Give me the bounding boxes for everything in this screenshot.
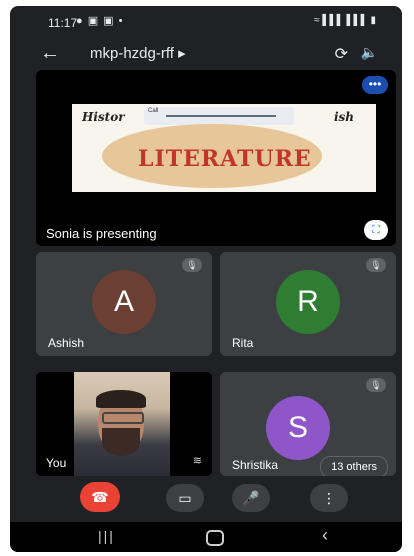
more-horizontal-icon[interactable]: ••• [362, 76, 388, 94]
hair [96, 390, 146, 408]
mic-off-icon: 🎙 [366, 258, 386, 272]
self-video-tile[interactable]: You ≋ [36, 372, 212, 476]
self-label: You [46, 456, 67, 470]
slide-title-right: ish [333, 110, 354, 124]
more-vertical-icon: ⋮ [322, 490, 336, 506]
participant-name-shristika: Shristika [232, 458, 279, 472]
literature-illustration: LITERATURE [102, 124, 322, 188]
video-camera-icon: ▭ [178, 490, 192, 506]
speaker-icon[interactable]: 🔈 [361, 44, 378, 61]
mic-off-icon: 🎙 [182, 258, 202, 272]
beard [102, 428, 140, 456]
participant-name-ashish: Ashish [48, 336, 85, 350]
camera-toggle-button[interactable]: ▭ [166, 484, 204, 512]
participant-tile-rita[interactable]: 🎙 R Rita [220, 252, 396, 356]
participant-name-rita: Rita [232, 336, 254, 350]
fullscreen-icon[interactable]: ⛶ [364, 220, 388, 240]
end-call-icon: ☎ [91, 489, 109, 505]
status-bar: 11:17 ● ▣ ▣ • ≈ ▌▌▌ ▌▌▌ ▮ [10, 6, 402, 36]
microphone-toggle-button[interactable]: 🎤 [232, 484, 270, 512]
more-options-button[interactable]: ⋮ [310, 484, 348, 512]
avatar-rita: R [276, 270, 340, 334]
recents-icon[interactable]: ||| [98, 528, 115, 544]
shared-slide: Histor Call ish LITERATURE [72, 104, 376, 192]
call-controls: ☎ ▭ 🎤 ⋮ [10, 480, 402, 520]
camera-flip-icon[interactable]: ⟳ [335, 44, 348, 64]
presentation-tile[interactable]: ••• Histor Call ish LITERATURE Sonia is … [36, 70, 396, 246]
end-call-button[interactable]: ☎ [80, 482, 120, 512]
mic-off-icon: 🎙 [366, 378, 386, 392]
slide-title-left: Histor [82, 110, 125, 124]
notification-icons: ● ▣ ▣ • [76, 15, 124, 27]
system-nav-bar: ||| ‹ [10, 522, 402, 552]
nav-back-icon[interactable]: ‹ [322, 525, 328, 546]
status-time: 11:17 [48, 16, 78, 30]
glasses [102, 412, 144, 424]
call-bar-label: Call [148, 108, 159, 114]
microphone-icon: 🎤 [242, 490, 260, 506]
self-camera-feed [74, 372, 170, 476]
call-bar-line [166, 115, 276, 117]
presenter-label: Sonia is presenting [46, 226, 157, 241]
avatar-ashish: A [92, 270, 156, 334]
participant-tile-ashish[interactable]: 🎙 A Ashish [36, 252, 212, 356]
back-arrow-icon[interactable]: ← [40, 42, 60, 65]
app-bar: ← mkp-hzdg-rff ▸ ⟳ 🔈 [10, 38, 402, 68]
home-icon[interactable] [206, 530, 224, 546]
audio-level-icon: ≋ [192, 455, 202, 467]
literature-text: LITERATURE [138, 146, 312, 172]
meeting-code[interactable]: mkp-hzdg-rff ▸ [90, 44, 186, 62]
participant-tile-shristika[interactable]: 🎙 S Shristika 13 others [220, 372, 396, 476]
meet-screen: 11:17 ● ▣ ▣ • ≈ ▌▌▌ ▌▌▌ ▮ ← mkp-hzdg-rff… [10, 6, 402, 552]
avatar-shristika: S [266, 396, 330, 460]
call-bar: Call [144, 107, 294, 125]
signal-battery-icons: ≈ ▌▌▌ ▌▌▌ ▮ [314, 15, 376, 26]
others-count-badge[interactable]: 13 others [320, 456, 388, 476]
